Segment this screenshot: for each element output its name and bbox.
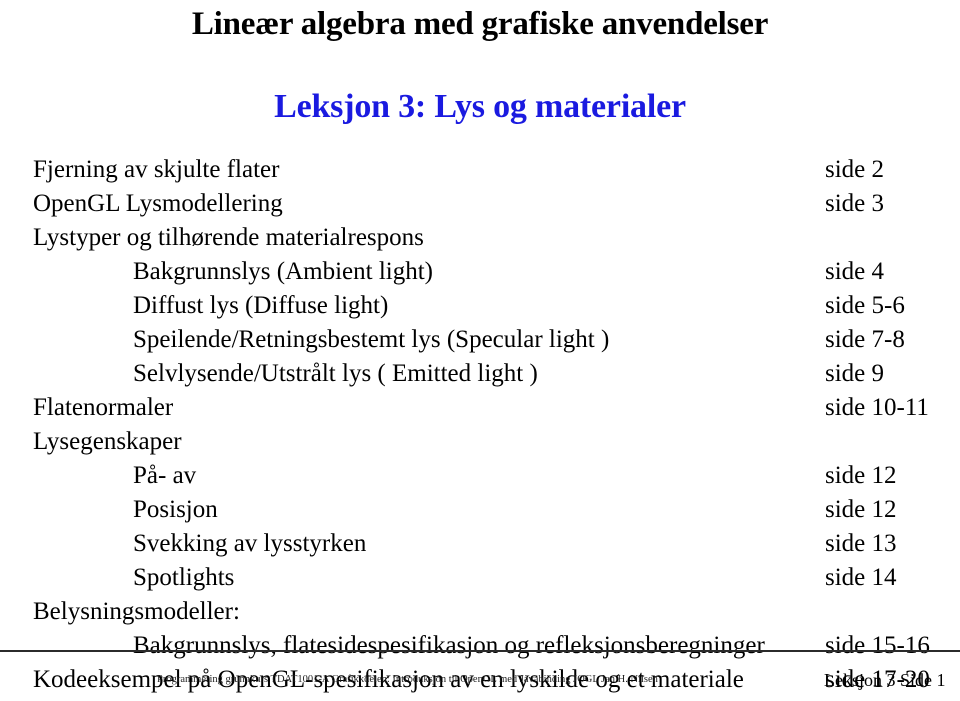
toc-row: Belysningsmodeller: <box>0 595 960 629</box>
toc-row: Lystyper og tilhørende materialrespons <box>0 221 960 255</box>
toc-entry-label: Posisjon <box>133 496 218 523</box>
toc-entry-page: side 14 <box>825 564 897 591</box>
toc-entry-label: Selvlysende/Utstrålt lys ( Emitted light… <box>133 360 538 387</box>
toc-entry-page: side 4 <box>825 258 885 285</box>
toc-row: Selvlysende/Utstrålt lys ( Emitted light… <box>0 357 960 391</box>
toc-row: Fjerning av skjulte flater side 2 <box>0 153 960 187</box>
toc-entry-page: side 5-6 <box>825 292 905 319</box>
toc-entry-page: side 3 <box>825 190 885 217</box>
toc-entry-label: På- av <box>133 462 197 489</box>
toc-row: Lysegenskaper <box>0 425 960 459</box>
toc-entry-label: Lystyper og tilhørende materialrespons <box>33 224 424 251</box>
toc-entry-label: Belysningsmodeller: <box>33 598 240 625</box>
page-title: Lineær algebra med grafiske anvendelser <box>191 6 769 42</box>
toc-row: Diffust lys (Diffuse light) side 5-6 <box>0 289 960 323</box>
toc-entry-page: side 9 <box>825 360 885 387</box>
toc-entry-page: side 12 <box>825 496 897 523</box>
toc-entry-page: side 7-8 <box>825 326 905 353</box>
toc-row: Posisjon side 12 <box>0 493 960 527</box>
table-of-contents: Fjerning av skjulte flater side 2 OpenGL L… <box>0 153 960 697</box>
page-subtitle: Leksjon 3: Lys og materialer <box>274 88 686 125</box>
toc-entry-page: side 13 <box>825 530 897 557</box>
toc-entry-label: Bakgrunnslys, flatesidespesifikasjon og … <box>133 632 765 659</box>
toc-entry-label: Diffust lys (Diffuse light) <box>133 292 389 319</box>
toc-entry-label: Flatenormaler <box>33 394 174 421</box>
toc-entry-label: OpenGL Lysmodellering <box>33 190 283 217</box>
toc-entry-page: side 2 <box>825 156 885 183</box>
toc-row: Bakgrunnslys, flatesidespesifikasjon og … <box>0 629 960 663</box>
toc-entry-label: Fjerning av skjulte flater <box>33 156 280 183</box>
toc-entry-label: Bakgrunnslys (Ambient light) <box>133 258 433 285</box>
toc-row: Spotlights side 14 <box>0 561 960 595</box>
toc-entry-label: Lysegenskaper <box>33 428 182 455</box>
toc-row: Bakgrunnslys (Ambient light) side 4 <box>0 255 960 289</box>
footer-divider <box>0 650 960 652</box>
toc-entry-label: Spotlights <box>133 564 235 591</box>
toc-row: Flatenormaler side 10-11 <box>0 391 960 425</box>
footer-course-note: Programmering grunnkurs TDAT1001-A Grafi… <box>157 674 658 685</box>
footer-page-number: Leksjon 3 Side 1 <box>824 670 946 690</box>
toc-entry-page: side 10-11 <box>825 394 929 421</box>
presentation-slide: Lineær algebra med grafiske anvendelser … <box>0 0 960 701</box>
toc-entry-page: side 12 <box>825 462 897 489</box>
toc-row: OpenGL Lysmodellering side 3 <box>0 187 960 221</box>
toc-entry-page: side 15-16 <box>825 632 930 659</box>
toc-entry-label: Svekking av lysstyrken <box>133 530 367 557</box>
toc-entry-label: Speilende/Retningsbestemt lys (Specular … <box>133 326 610 353</box>
toc-row: På- av side 12 <box>0 459 960 493</box>
toc-row: Svekking av lysstyrken side 13 <box>0 527 960 561</box>
toc-row: Speilende/Retningsbestemt lys (Specular … <box>0 323 960 357</box>
